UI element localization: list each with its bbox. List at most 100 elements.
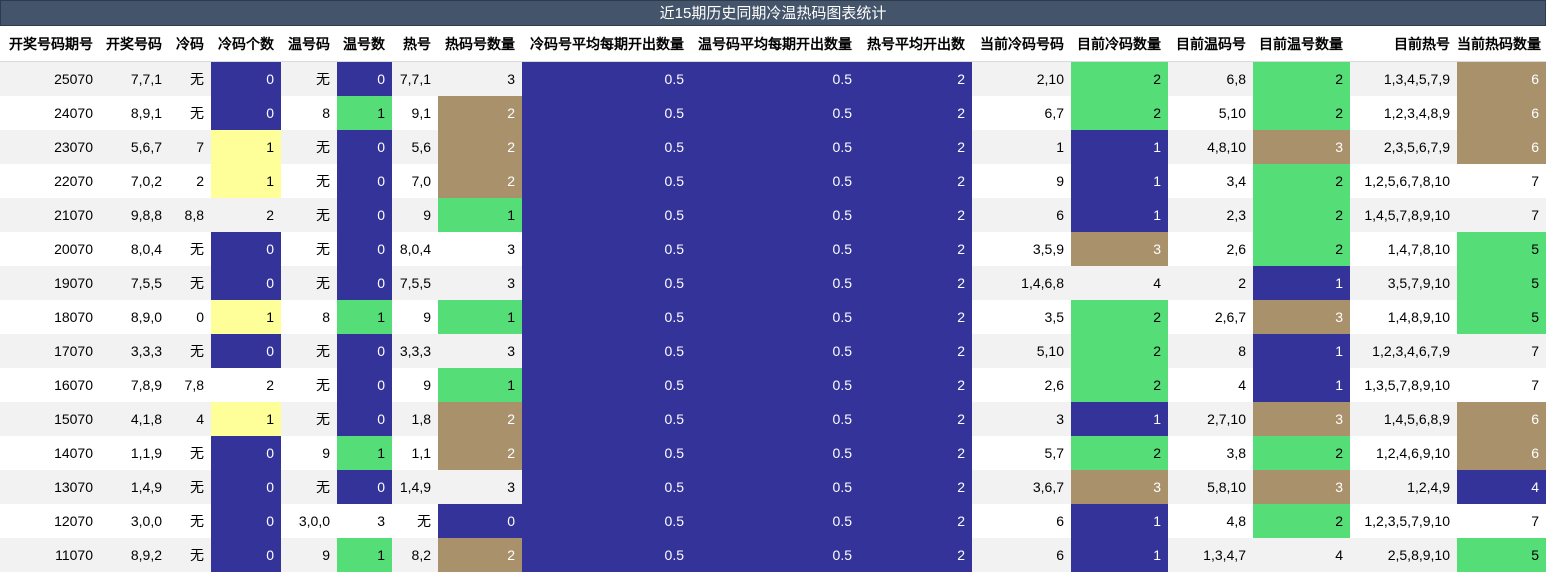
table-cell: 1,2,4,9 bbox=[1350, 470, 1457, 504]
table-cell: 14070 bbox=[0, 436, 100, 470]
table-cell: 8,9,2 bbox=[100, 538, 169, 572]
table-cell: 1,4,5,6,8,9 bbox=[1350, 402, 1457, 436]
table-cell: 1,2,3,5,7,9,10 bbox=[1350, 504, 1457, 538]
table-cell: 1,4,8,9,10 bbox=[1350, 300, 1457, 334]
table-cell: 2 bbox=[1253, 62, 1350, 97]
table-cell: 2 bbox=[438, 96, 522, 130]
table-cell: 11070 bbox=[0, 538, 100, 572]
table-cell: 25070 bbox=[0, 62, 100, 97]
table-cell: 2 bbox=[859, 164, 972, 198]
table-cell: 2 bbox=[1071, 96, 1168, 130]
table-cell: 1,2,3,4,6,7,9 bbox=[1350, 334, 1457, 368]
table-cell: 0.5 bbox=[522, 538, 691, 572]
table-cell: 1 bbox=[1071, 504, 1168, 538]
table-cell: 0.5 bbox=[522, 232, 691, 266]
table-cell: 6 bbox=[1457, 62, 1546, 97]
table-cell: 0 bbox=[438, 504, 522, 538]
column-header: 开奖号码 bbox=[100, 26, 169, 62]
table-cell: 0.5 bbox=[522, 300, 691, 334]
table-cell: 3,5,7,9,10 bbox=[1350, 266, 1457, 300]
table-cell: 2 bbox=[859, 130, 972, 164]
table-cell: 9 bbox=[392, 368, 438, 402]
table-cell: 6 bbox=[1457, 402, 1546, 436]
table-cell: 0 bbox=[337, 198, 392, 232]
table-cell: 3 bbox=[438, 334, 522, 368]
table-cell: 0.5 bbox=[691, 436, 859, 470]
table-cell: 2 bbox=[438, 402, 522, 436]
table-cell: 1 bbox=[337, 538, 392, 572]
column-header: 热码号数量 bbox=[438, 26, 522, 62]
table-row: 120703,0,0无03,0,03无00.50.52614,821,2,3,5… bbox=[0, 504, 1546, 538]
table-cell: 1,2,3,4,8,9 bbox=[1350, 96, 1457, 130]
table-cell: 1 bbox=[337, 436, 392, 470]
table-cell: 3 bbox=[438, 62, 522, 97]
column-header: 目前温码号 bbox=[1168, 26, 1253, 62]
table-cell: 2 bbox=[169, 164, 211, 198]
table-cell: 0 bbox=[211, 538, 281, 572]
table-cell: 无 bbox=[281, 266, 337, 300]
table-cell: 9 bbox=[281, 436, 337, 470]
table-cell: 6,7 bbox=[972, 96, 1071, 130]
table-cell: 0.5 bbox=[522, 96, 691, 130]
table-cell: 0 bbox=[337, 470, 392, 504]
table-row: 150704,1,841无01,820.50.52312,7,1031,4,5,… bbox=[0, 402, 1546, 436]
table-cell: 1 bbox=[1071, 538, 1168, 572]
table-cell: 7,8,9 bbox=[100, 368, 169, 402]
table-row: 200708,0,4无0无08,0,430.50.523,5,932,621,4… bbox=[0, 232, 1546, 266]
column-header: 温号码平均每期开出数量 bbox=[691, 26, 859, 62]
table-cell: 无 bbox=[281, 334, 337, 368]
table-cell: 0.5 bbox=[691, 198, 859, 232]
table-cell: 4,8 bbox=[1168, 504, 1253, 538]
table-row: 250707,7,1无0无07,7,130.50.522,1026,821,3,… bbox=[0, 62, 1546, 97]
table-cell: 5 bbox=[1457, 300, 1546, 334]
table-cell: 12070 bbox=[0, 504, 100, 538]
table-cell: 7,8 bbox=[169, 368, 211, 402]
table-cell: 0 bbox=[211, 334, 281, 368]
table-row: 170703,3,3无0无03,3,330.50.525,102811,2,3,… bbox=[0, 334, 1546, 368]
table-cell: 0 bbox=[337, 266, 392, 300]
table-cell: 2 bbox=[859, 62, 972, 97]
table-cell: 1 bbox=[1071, 402, 1168, 436]
table-cell: 3,3,3 bbox=[392, 334, 438, 368]
table-cell: 8,0,4 bbox=[100, 232, 169, 266]
table-cell: 2 bbox=[1071, 62, 1168, 97]
table-cell: 0 bbox=[211, 62, 281, 97]
table-cell: 1,8 bbox=[392, 402, 438, 436]
table-cell: 3,3,3 bbox=[100, 334, 169, 368]
table-cell: 0.5 bbox=[691, 164, 859, 198]
table-cell: 2 bbox=[859, 300, 972, 334]
table-cell: 7 bbox=[1457, 334, 1546, 368]
table-cell: 0.5 bbox=[522, 62, 691, 97]
table-row: 160707,8,97,82无0910.50.522,62411,3,5,7,8… bbox=[0, 368, 1546, 402]
table-cell: 无 bbox=[281, 198, 337, 232]
table-cell: 3 bbox=[438, 266, 522, 300]
column-header: 温号数 bbox=[337, 26, 392, 62]
table-cell: 6 bbox=[1457, 436, 1546, 470]
table-cell: 2 bbox=[1071, 436, 1168, 470]
table-cell: 13070 bbox=[0, 470, 100, 504]
table-cell: 3 bbox=[337, 504, 392, 538]
table-cell: 3,5 bbox=[972, 300, 1071, 334]
table-cell: 1,4,9 bbox=[392, 470, 438, 504]
column-header: 当前热码数量 bbox=[1457, 26, 1546, 62]
table-cell: 3 bbox=[1253, 130, 1350, 164]
table-cell: 1,2,4,6,9,10 bbox=[1350, 436, 1457, 470]
table-cell: 无 bbox=[169, 96, 211, 130]
table-cell: 0 bbox=[337, 164, 392, 198]
table-cell: 无 bbox=[169, 232, 211, 266]
table-cell: 0.5 bbox=[691, 402, 859, 436]
column-header: 当前冷码号码 bbox=[972, 26, 1071, 62]
table-cell: 1 bbox=[1071, 130, 1168, 164]
table-cell: 7 bbox=[1457, 164, 1546, 198]
table-cell: 无 bbox=[281, 164, 337, 198]
table-cell: 1 bbox=[337, 96, 392, 130]
table-cell: 0.5 bbox=[522, 198, 691, 232]
table-cell: 5,8,10 bbox=[1168, 470, 1253, 504]
table-cell: 1,1,9 bbox=[100, 436, 169, 470]
table-cell: 5,10 bbox=[1168, 96, 1253, 130]
table-cell: 6 bbox=[1457, 96, 1546, 130]
table-cell: 3 bbox=[1253, 402, 1350, 436]
column-header: 热号 bbox=[392, 26, 438, 62]
table-cell: 3,5,9 bbox=[972, 232, 1071, 266]
table-cell: 3 bbox=[1253, 470, 1350, 504]
